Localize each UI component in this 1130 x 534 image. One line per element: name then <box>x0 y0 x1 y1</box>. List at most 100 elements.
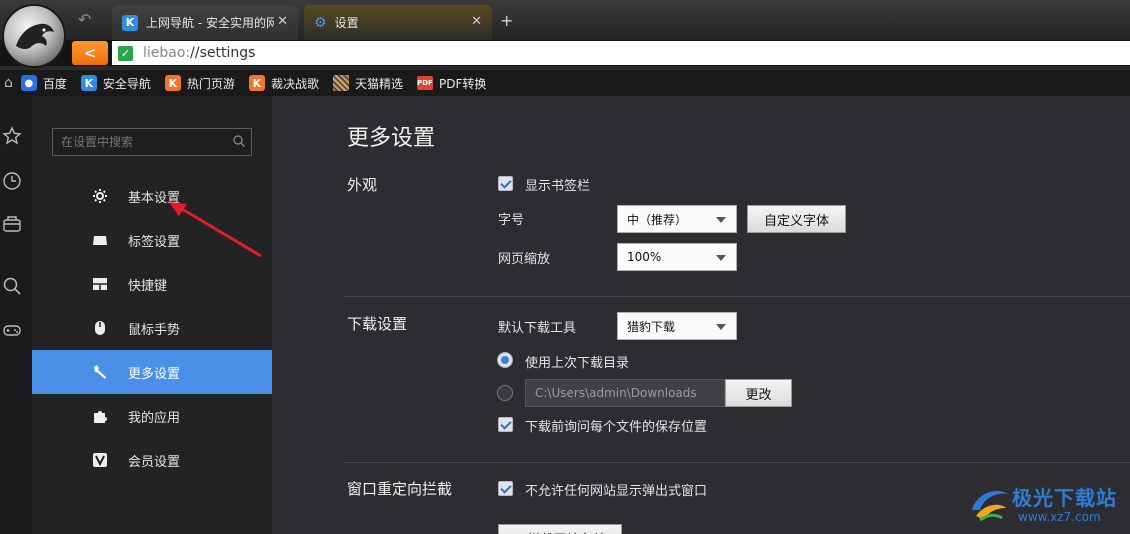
download-tool-select[interactable]: 猎豹下载 <box>617 312 737 340</box>
bookmark-bar: ⌂ ● 百度 K 安全导航 K 热门页游 K 裁决战歌 天猫精选 PDF PDF… <box>0 70 1130 96</box>
annotation-arrow-icon <box>169 202 262 258</box>
gamepad-icon[interactable] <box>2 320 22 340</box>
aurora-logo-icon <box>972 490 1008 522</box>
tab-strip: ↶ K 上网导航 - 安全实用的网 ✕ ⚙ 设置 ✕ + <box>0 0 1130 40</box>
history-clock-icon[interactable] <box>2 171 22 191</box>
change-path-button[interactable]: 更改 <box>725 379 792 407</box>
sidebar-item-shortcuts[interactable]: 快捷键 <box>32 262 272 306</box>
bookmark-safe-nav[interactable]: K 安全导航 <box>80 75 151 92</box>
tab-settings[interactable]: ⚙ 设置 ✕ <box>304 5 492 40</box>
tmall-icon <box>332 75 349 91</box>
zoom-value: 100% <box>627 250 662 264</box>
sidebar-item-my-apps[interactable]: 我的应用 <box>32 394 272 438</box>
cheetah-logo-icon[interactable] <box>2 4 66 68</box>
zoom-label: 网页缩放 <box>498 252 551 267</box>
mailbox-icon[interactable] <box>2 214 22 234</box>
block-popups-label: 不允许任何网站显示弹出式窗口 <box>525 484 708 499</box>
section-divider <box>344 462 1130 463</box>
sidebar-item-label: 会员设置 <box>128 454 181 470</box>
show-bookmarks-label: 显示书签栏 <box>525 179 591 194</box>
sidebar-item-vip-settings[interactable]: 会员设置 <box>32 438 272 482</box>
tab-close-icon[interactable]: ✕ <box>471 14 482 29</box>
puzzle-icon <box>94 411 107 423</box>
sidebar-item-label: 更多设置 <box>128 366 181 382</box>
settings-content: 更多设置 外观 显示书签栏 字号 中（推荐） 自定义字体 网页缩放 100% 下… <box>272 96 1130 534</box>
bookmark-tmall[interactable]: 天猫精选 <box>332 75 403 92</box>
font-size-label: 字号 <box>498 213 525 228</box>
sidebar-item-label: 鼠标手势 <box>128 322 181 338</box>
vip-icon <box>93 453 107 467</box>
new-tab-button[interactable]: + <box>500 11 513 30</box>
url-field[interactable]: ✓ liebao://settings <box>112 41 1130 65</box>
tab-title: 设置 <box>334 16 359 30</box>
section-popup-block: 窗口重定向拦截 <box>347 480 453 498</box>
section-divider <box>344 296 1130 297</box>
pdf-icon: PDF <box>416 76 433 90</box>
k-shield-icon: K <box>122 14 138 31</box>
tab-icon <box>93 236 107 245</box>
secure-check-icon: ✓ <box>118 45 133 61</box>
chevron-down-icon <box>716 217 726 223</box>
search-icon <box>233 135 245 147</box>
home-icon[interactable]: ⌂ <box>4 75 13 91</box>
ask-location-label: 下载前询问每个文件的保存位置 <box>525 420 708 435</box>
search-icon[interactable] <box>2 276 22 296</box>
bookmark-label: 百度 <box>42 76 67 91</box>
settings-sidebar: 基本设置 标签设置 快捷键 鼠标手势 更多设置 我的应用 会员设置 <box>32 96 272 534</box>
block-popups-checkbox[interactable] <box>498 481 513 496</box>
sidebar-item-label: 快捷键 <box>128 278 168 294</box>
download-tool-label: 默认下载工具 <box>498 321 577 336</box>
bookmark-label: 热门页游 <box>186 76 235 91</box>
keyboard-icon <box>93 278 107 290</box>
side-rail <box>0 96 32 534</box>
bookmark-pdf[interactable]: PDF PDF转换 <box>416 75 487 92</box>
watermark-title: 极光下载站 <box>1012 486 1117 510</box>
font-size-value: 中（推荐） <box>627 212 688 227</box>
bookmark-hot-games[interactable]: K 热门页游 <box>164 75 235 92</box>
page-title: 更多设置 <box>347 126 436 151</box>
tab-close-icon[interactable]: ✕ <box>277 14 288 29</box>
section-download: 下载设置 <box>347 315 408 333</box>
bookmark-game[interactable]: K 裁决战歌 <box>248 75 319 92</box>
sidebar-item-mouse-gestures[interactable]: 鼠标手势 <box>32 306 272 350</box>
section-appearance: 外观 <box>347 176 378 194</box>
use-last-dir-label: 使用上次下载目录 <box>525 356 630 371</box>
mouse-icon <box>95 321 105 335</box>
bookmark-label: 裁决战歌 <box>270 76 319 91</box>
k-shield-orange-icon: K <box>248 75 265 91</box>
tab-navigation[interactable]: K 上网导航 - 安全实用的网 ✕ <box>112 5 298 40</box>
custom-font-button[interactable]: 自定义字体 <box>747 205 846 233</box>
watermark-url: www.xz7.com <box>1018 510 1101 524</box>
star-icon[interactable] <box>2 126 22 146</box>
k-shield-icon: K <box>80 75 97 91</box>
sidebar-item-more-settings[interactable]: 更多设置 <box>32 350 272 394</box>
download-tool-value: 猎豹下载 <box>627 319 676 334</box>
tab-title: 上网导航 - 安全实用的网 <box>146 16 274 30</box>
custom-dir-radio[interactable] <box>497 385 513 401</box>
back-button[interactable]: < <box>72 41 108 65</box>
url-text: liebao://settings <box>143 45 256 61</box>
bookmark-baidu[interactable]: ● 百度 <box>20 75 67 92</box>
ask-location-checkbox[interactable] <box>498 417 513 432</box>
wrench-icon <box>94 365 106 379</box>
baidu-paw-icon: ● <box>20 75 37 91</box>
show-bookmarks-checkbox[interactable] <box>498 176 513 191</box>
chevron-down-icon <box>716 255 726 261</box>
settings-search-input[interactable] <box>52 128 252 156</box>
watermark: 极光下载站 www.xz7.com <box>966 480 1130 534</box>
sidebar-item-label: 我的应用 <box>128 410 181 426</box>
gear-icon: ⚙ <box>314 14 327 31</box>
history-back-icon[interactable]: ↶ <box>78 10 91 29</box>
bookmark-label: PDF转换 <box>438 76 487 91</box>
bookmark-label: 天猫精选 <box>354 76 403 91</box>
popup-exceptions-button[interactable]: 不拦截网站名单 <box>498 524 622 534</box>
use-last-dir-radio[interactable] <box>497 352 513 368</box>
bookmark-label: 安全导航 <box>102 76 151 91</box>
chevron-down-icon <box>716 324 726 330</box>
gear-icon <box>93 189 107 203</box>
download-path-field[interactable]: C:\Users\admin\Downloads <box>525 379 725 407</box>
font-size-select[interactable]: 中（推荐） <box>617 205 737 233</box>
address-bar: < ✓ liebao://settings <box>0 40 1130 66</box>
k-shield-orange-icon: K <box>164 75 181 91</box>
zoom-select[interactable]: 100% <box>617 243 737 271</box>
